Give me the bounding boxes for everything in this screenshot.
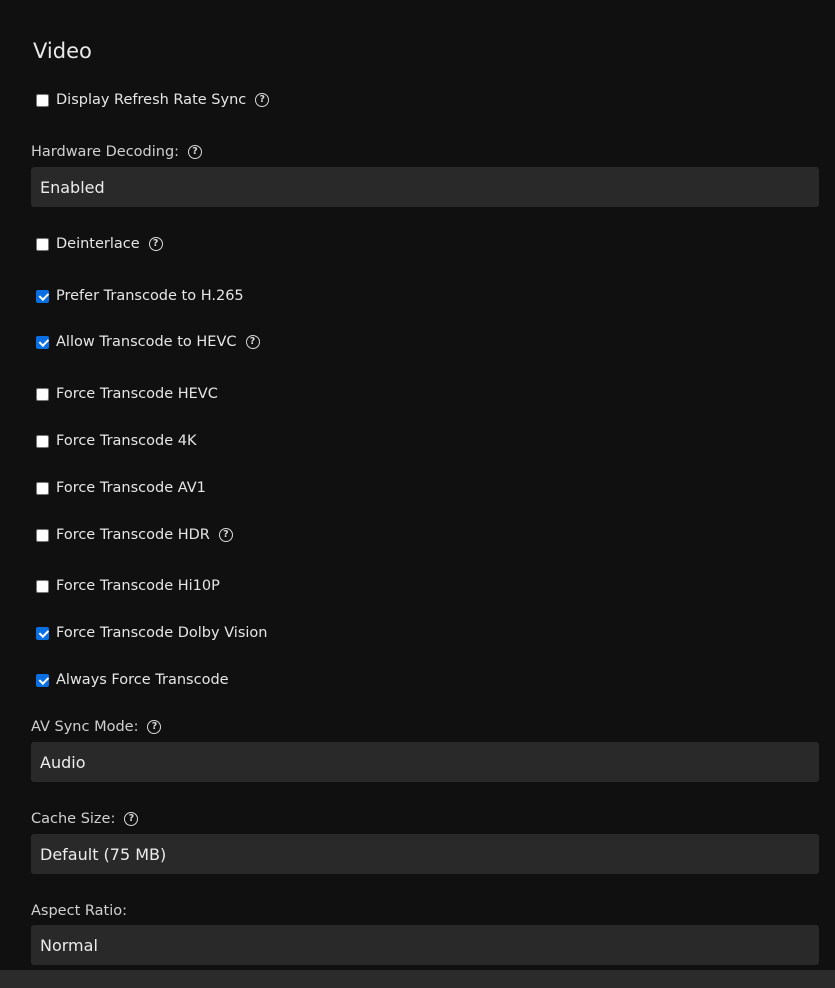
force-transcode-hi10p-row: Force Transcode Hi10P (34, 576, 220, 596)
hardware-decoding-label: Hardware Decoding: (31, 144, 180, 160)
question-circle-icon[interactable]: ? (147, 720, 162, 734)
question-circle-icon[interactable]: ? (188, 145, 203, 159)
deinterlace-checkbox[interactable] (36, 237, 49, 251)
prefer-transcode-h265-checkbox[interactable] (36, 289, 49, 303)
force-transcode-hevc-label[interactable]: Force Transcode HEVC (56, 386, 218, 402)
display-refresh-rate-sync-checkbox[interactable] (36, 93, 49, 107)
av-sync-mode-label: AV Sync Mode: (31, 719, 139, 735)
question-circle-icon[interactable]: ? (218, 528, 233, 542)
hardware-decoding-label-row: Hardware Decoding: ? (31, 142, 203, 162)
force-transcode-av1-row: Force Transcode AV1 (34, 478, 206, 498)
deinterlace-row: Deinterlace ? (34, 234, 163, 254)
force-transcode-4k-checkbox[interactable] (36, 434, 49, 448)
question-circle-icon[interactable]: ? (124, 812, 139, 826)
force-transcode-hdr-row: Force Transcode HDR ? (34, 525, 233, 545)
display-refresh-rate-sync-label[interactable]: Display Refresh Rate Sync (56, 92, 246, 108)
question-circle-icon[interactable]: ? (148, 237, 163, 251)
aspect-ratio-value: Normal (40, 935, 98, 955)
aspect-ratio-select[interactable]: Normal (31, 925, 819, 965)
prefer-transcode-h265-label[interactable]: Prefer Transcode to H.265 (56, 288, 244, 304)
bottom-bar (0, 970, 835, 988)
section-title-video: Video (33, 39, 92, 63)
cache-size-label-row: Cache Size: ? (31, 809, 139, 829)
allow-transcode-hevc-row: Allow Transcode to HEVC ? (34, 332, 260, 352)
cache-size-select[interactable]: Default (75 MB) (31, 834, 819, 874)
allow-transcode-hevc-checkbox[interactable] (36, 335, 49, 349)
force-transcode-av1-checkbox[interactable] (36, 481, 49, 495)
force-transcode-4k-row: Force Transcode 4K (34, 431, 196, 451)
display-refresh-rate-sync-row: Display Refresh Rate Sync ? (34, 90, 270, 110)
force-transcode-4k-label[interactable]: Force Transcode 4K (56, 433, 196, 449)
always-force-transcode-checkbox[interactable] (36, 673, 49, 687)
force-transcode-hevc-row: Force Transcode HEVC (34, 384, 218, 404)
question-circle-icon[interactable]: ? (245, 335, 260, 349)
aspect-ratio-label-row: Aspect Ratio: (31, 901, 127, 921)
force-transcode-av1-label[interactable]: Force Transcode AV1 (56, 480, 206, 496)
force-transcode-dolby-vision-checkbox[interactable] (36, 626, 49, 640)
allow-transcode-hevc-label[interactable]: Allow Transcode to HEVC (56, 334, 237, 350)
av-sync-mode-select[interactable]: Audio (31, 742, 819, 782)
force-transcode-dolby-vision-label[interactable]: Force Transcode Dolby Vision (56, 625, 267, 641)
force-transcode-hi10p-checkbox[interactable] (36, 579, 49, 593)
cache-size-label: Cache Size: (31, 811, 116, 827)
deinterlace-label[interactable]: Deinterlace (56, 236, 140, 252)
always-force-transcode-row: Always Force Transcode (34, 670, 229, 690)
force-transcode-dolby-vision-row: Force Transcode Dolby Vision (34, 623, 267, 643)
hardware-decoding-select[interactable]: Enabled (31, 167, 819, 207)
aspect-ratio-label: Aspect Ratio: (31, 903, 127, 919)
force-transcode-hdr-checkbox[interactable] (36, 528, 49, 542)
force-transcode-hdr-label[interactable]: Force Transcode HDR (56, 527, 210, 543)
cache-size-value: Default (75 MB) (40, 844, 167, 864)
prefer-transcode-h265-row: Prefer Transcode to H.265 (34, 286, 244, 306)
hardware-decoding-value: Enabled (40, 177, 105, 197)
av-sync-mode-label-row: AV Sync Mode: ? (31, 717, 162, 737)
question-circle-icon[interactable]: ? (255, 93, 270, 107)
force-transcode-hi10p-label[interactable]: Force Transcode Hi10P (56, 578, 220, 594)
av-sync-mode-value: Audio (40, 752, 86, 772)
always-force-transcode-label[interactable]: Always Force Transcode (56, 672, 229, 688)
force-transcode-hevc-checkbox[interactable] (36, 387, 49, 401)
